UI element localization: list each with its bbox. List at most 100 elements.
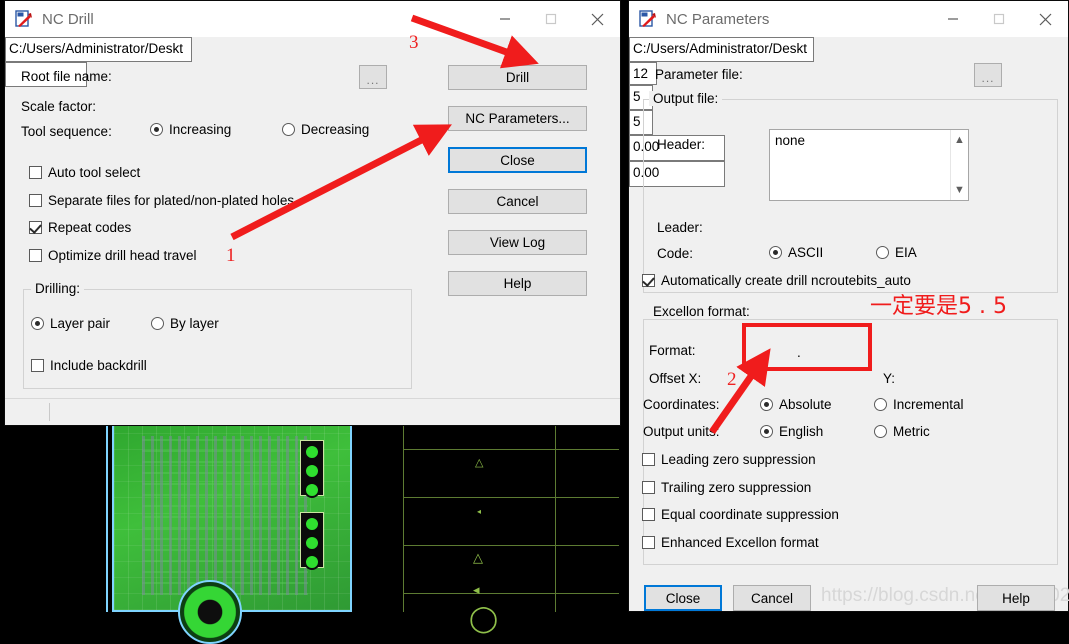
- separate-files-checkbox[interactable]: Separate files for plated/non-plated hol…: [29, 193, 294, 208]
- leader-input[interactable]: 12: [629, 62, 657, 85]
- checkbox-icon[interactable]: [29, 166, 42, 179]
- format-label: Format:: [649, 343, 696, 358]
- help-button[interactable]: Help: [448, 271, 587, 296]
- checkbox-icon[interactable]: [31, 359, 44, 372]
- nc-drill-window-controls[interactable]: [482, 1, 620, 37]
- minimize-icon[interactable]: [482, 1, 528, 37]
- radio-icon[interactable]: [874, 425, 887, 438]
- repeat-codes-checkbox[interactable]: Repeat codes: [29, 220, 131, 235]
- checkbox-label: Leading zero suppression: [661, 452, 816, 467]
- close-button[interactable]: Close: [644, 585, 722, 611]
- checkbox-label: Separate files for plated/non-plated hol…: [48, 193, 295, 208]
- leading-zero-suppression-checkbox[interactable]: Leading zero suppression: [642, 452, 816, 467]
- drill-symbol-table: △ ◂ △ ◂ ◯: [403, 423, 619, 631]
- canvas-divider-right: [350, 423, 352, 612]
- enhanced-excellon-format-checkbox[interactable]: Enhanced Excellon format: [642, 535, 819, 550]
- code-eia-radio[interactable]: EIA: [876, 245, 917, 260]
- drilling-layer-pair-radio[interactable]: Layer pair: [31, 316, 110, 331]
- radio-label: Increasing: [169, 122, 232, 137]
- minimize-icon[interactable]: [930, 1, 976, 37]
- help-button[interactable]: Help: [977, 585, 1055, 611]
- checkbox-icon[interactable]: [642, 508, 655, 521]
- auto-tool-select-checkbox[interactable]: Auto tool select: [29, 165, 140, 180]
- output-file-group-label: Output file:: [649, 91, 723, 106]
- tool-sequence-increasing-radio[interactable]: Increasing: [150, 122, 231, 137]
- radio-icon[interactable]: [282, 123, 295, 136]
- cancel-button[interactable]: Cancel: [448, 189, 587, 214]
- checkbox-icon[interactable]: [642, 453, 655, 466]
- checkbox-icon[interactable]: [29, 221, 42, 234]
- coordinates-absolute-radio[interactable]: Absolute: [760, 397, 832, 412]
- close-icon[interactable]: [574, 1, 620, 37]
- close-button[interactable]: Close: [448, 147, 587, 173]
- checkbox-label: Equal coordinate suppression: [661, 507, 839, 522]
- drill-button[interactable]: Drill: [448, 65, 587, 90]
- radio-icon[interactable]: [760, 425, 773, 438]
- output-units-label: Output units:: [643, 424, 720, 439]
- nc-parameters-titlebar[interactable]: NC Parameters: [629, 1, 1068, 37]
- radio-icon[interactable]: [876, 246, 889, 259]
- nc-parameters-button[interactable]: NC Parameters...: [448, 106, 587, 131]
- equal-coordinate-suppression-checkbox[interactable]: Equal coordinate suppression: [642, 507, 839, 522]
- nc-drill-titlebar[interactable]: NC Drill: [5, 1, 620, 37]
- header-value: none: [775, 133, 806, 148]
- radio-icon[interactable]: [150, 123, 163, 136]
- radio-icon[interactable]: [874, 398, 887, 411]
- canvas-divider-left: [106, 423, 108, 612]
- checkbox-icon[interactable]: [642, 536, 655, 549]
- code-ascii-radio[interactable]: ASCII: [769, 245, 823, 260]
- maximize-icon[interactable]: [976, 1, 1022, 37]
- radio-label: Decreasing: [301, 122, 370, 137]
- auto-create-drill-checkbox[interactable]: Automatically create drill ncroutebits_a…: [642, 273, 911, 288]
- drilling-group: [23, 289, 412, 389]
- parameter-file-input[interactable]: C:/Users/Administrator/Deskt: [629, 37, 814, 62]
- radio-icon[interactable]: [31, 317, 44, 330]
- checkbox-label: Repeat codes: [48, 220, 132, 235]
- root-file-browse-button[interactable]: ...: [359, 65, 387, 89]
- trailing-zero-suppression-checkbox[interactable]: Trailing zero suppression: [642, 480, 811, 495]
- drilling-by-layer-radio[interactable]: By layer: [151, 316, 219, 331]
- large-drill-pad: [178, 580, 242, 644]
- radio-label: Absolute: [779, 397, 832, 412]
- checkbox-icon[interactable]: [642, 481, 655, 494]
- radio-label: English: [779, 424, 824, 439]
- scroll-down-icon[interactable]: ▼: [951, 182, 968, 198]
- parameter-file-browse-button[interactable]: ...: [974, 63, 1002, 87]
- checkbox-label: Include backdrill: [50, 358, 147, 373]
- tool-sequence-decreasing-radio[interactable]: Decreasing: [282, 122, 369, 137]
- checkbox-label: Optimize drill head travel: [48, 248, 197, 263]
- include-backdrill-checkbox[interactable]: Include backdrill: [31, 358, 147, 373]
- radio-label: Metric: [893, 424, 930, 439]
- leader-label: Leader:: [657, 220, 703, 235]
- checkbox-label: Trailing zero suppression: [661, 480, 812, 495]
- radio-icon[interactable]: [769, 246, 782, 259]
- pad-column-upper: [300, 440, 324, 498]
- root-file-name-input[interactable]: C:/Users/Administrator/Deskt: [5, 37, 192, 62]
- radio-icon[interactable]: [760, 398, 773, 411]
- scroll-up-icon[interactable]: ▲: [951, 132, 968, 148]
- cancel-button[interactable]: Cancel: [733, 585, 811, 611]
- coordinates-incremental-radio[interactable]: Incremental: [874, 397, 964, 412]
- format-highlight-box: [742, 323, 872, 371]
- maximize-icon[interactable]: [528, 1, 574, 37]
- close-icon[interactable]: [1022, 1, 1068, 37]
- output-units-metric-radio[interactable]: Metric: [874, 424, 930, 439]
- offset-y-label: Y:: [883, 371, 896, 386]
- nc-drill-title: NC Drill: [42, 10, 94, 28]
- offset-x-label: Offset X:: [649, 371, 702, 386]
- checkbox-icon[interactable]: [29, 249, 42, 262]
- header-label: Header:: [657, 137, 706, 152]
- checkbox-icon[interactable]: [642, 274, 655, 287]
- pad-column-lower: [300, 512, 324, 570]
- nc-drill-window[interactable]: NC Drill Root file name: C:/Users/Admini…: [4, 0, 621, 426]
- checkbox-label: Enhanced Excellon format: [661, 535, 819, 550]
- checkbox-label: Auto tool select: [48, 165, 141, 180]
- optimize-drill-head-travel-checkbox[interactable]: Optimize drill head travel: [29, 248, 197, 263]
- checkbox-icon[interactable]: [29, 194, 42, 207]
- radio-icon[interactable]: [151, 317, 164, 330]
- output-units-english-radio[interactable]: English: [760, 424, 823, 439]
- view-log-button[interactable]: View Log: [448, 230, 587, 255]
- header-scrollbar[interactable]: ▲ ▼: [950, 130, 968, 200]
- nc-parameters-window-controls[interactable]: [930, 1, 1068, 37]
- header-textarea[interactable]: none ▲ ▼: [769, 129, 969, 201]
